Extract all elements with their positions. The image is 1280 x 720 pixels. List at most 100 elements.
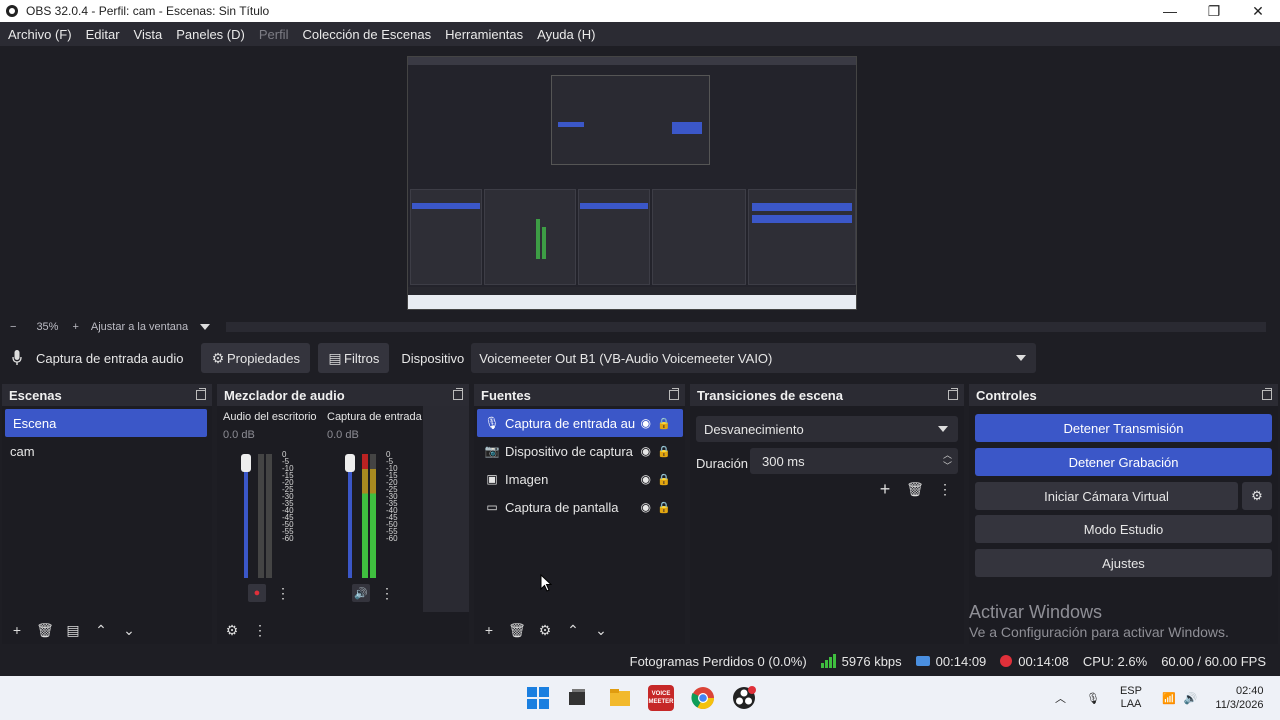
volume-knob[interactable] xyxy=(345,454,355,472)
eye-icon[interactable]: ◉ xyxy=(641,472,651,486)
more-options-icon[interactable]: ⋮ xyxy=(380,586,394,600)
duration-spinbox[interactable]: 300 ms xyxy=(750,448,958,474)
menu-herramientas[interactable]: Herramientas xyxy=(438,27,530,42)
mixer-header: Mezclador de audio xyxy=(217,384,469,406)
zoom-in-button[interactable]: + xyxy=(72,321,78,333)
language-indicator[interactable]: ESP LAA xyxy=(1120,685,1142,711)
properties-label: Propiedades xyxy=(227,350,300,366)
monitor-icon: ▭ xyxy=(486,500,498,514)
mute-button[interactable]: 🔊 xyxy=(352,584,370,602)
eye-icon[interactable]: ◉ xyxy=(641,500,651,514)
undock-icon[interactable] xyxy=(453,388,463,400)
studio-mode-button[interactable]: Modo Estudio xyxy=(975,515,1272,543)
mute-button[interactable]: ● xyxy=(248,584,266,602)
voicemeeter-icon[interactable]: VOICE MEETER xyxy=(648,685,674,711)
activate-windows-watermark: Activar Windows Ve a Configuración para … xyxy=(969,602,1229,640)
start-virtual-camera-button[interactable]: Iniciar Cámara Virtual xyxy=(975,482,1238,510)
virtual-camera-settings-button[interactable]: ⚙ xyxy=(1242,482,1272,510)
chevron-down-icon[interactable] xyxy=(200,324,211,330)
add-icon[interactable]: + xyxy=(10,623,24,637)
lock-icon[interactable]: 🔒 xyxy=(657,501,671,514)
settings-button[interactable]: Ajustes xyxy=(975,549,1272,577)
volume-slider[interactable] xyxy=(244,454,248,578)
undock-icon[interactable] xyxy=(669,388,679,400)
menu-archivo[interactable]: Archivo (F) xyxy=(1,27,79,42)
volume-slider[interactable] xyxy=(348,454,352,578)
menu-paneles[interactable]: Paneles (D) xyxy=(169,27,252,42)
windows-start-icon[interactable] xyxy=(525,685,551,711)
trash-icon[interactable]: 🗑 xyxy=(508,623,526,637)
preview-area[interactable] xyxy=(0,46,1280,318)
menu-editar[interactable]: Editar xyxy=(79,27,127,42)
speaker-muted-icon: ● xyxy=(253,587,261,599)
lock-icon[interactable]: 🔒 xyxy=(657,417,671,430)
filters-button[interactable]: ▤ Filtros xyxy=(318,343,390,373)
stop-recording-button[interactable]: Detener Grabación xyxy=(975,448,1272,476)
undock-icon[interactable] xyxy=(1262,388,1272,400)
menu-coleccion-escenas[interactable]: Colección de Escenas xyxy=(295,27,438,42)
source-item-image[interactable]: ▣ Imagen ◉ 🔒 xyxy=(477,465,683,493)
arrow-up-icon[interactable]: ⌃ xyxy=(566,623,580,637)
lock-icon[interactable]: 🔒 xyxy=(657,445,671,458)
device-select[interactable]: Voicemeeter Out B1 (VB-Audio Voicemeeter… xyxy=(471,343,1037,373)
minimize-button[interactable]: — xyxy=(1148,0,1192,22)
scene-item-escena[interactable]: Escena xyxy=(5,409,207,437)
chrome-icon[interactable] xyxy=(690,685,716,711)
obs-taskbar-icon[interactable] xyxy=(731,685,757,711)
eye-icon[interactable]: ◉ xyxy=(641,416,651,430)
scene-item-cam[interactable]: cam xyxy=(2,437,212,465)
wifi-icon[interactable]: 📶 xyxy=(1162,692,1176,705)
menu-ayuda[interactable]: Ayuda (H) xyxy=(530,27,602,42)
clock[interactable]: 02:40 11/3/2026 xyxy=(1215,684,1263,712)
source-item-audio-capture[interactable]: 🎙 Captura de entrada au ◉ 🔒 xyxy=(477,409,683,437)
spin-arrows-icon[interactable]: ︿ ﹀ xyxy=(943,450,952,472)
properties-button[interactable]: ⚙ Propiedades xyxy=(201,343,310,373)
advanced-audio-icon[interactable]: ⚙ xyxy=(225,623,239,637)
add-icon[interactable]: + xyxy=(878,480,892,498)
camera-icon: 📷 xyxy=(484,444,500,458)
gear-icon[interactable]: ⚙ xyxy=(538,623,552,637)
mixer-scroll-area xyxy=(423,406,469,612)
channel-name: Audio del escritorio xyxy=(223,411,317,423)
zoom-out-button[interactable]: − xyxy=(10,321,16,333)
preview-canvas[interactable] xyxy=(407,56,857,310)
undock-icon[interactable] xyxy=(948,388,958,400)
arrow-up-icon[interactable]: ⌃ xyxy=(94,623,108,637)
mouse-cursor-icon xyxy=(540,573,553,595)
stop-stream-button[interactable]: Detener Transmisión xyxy=(975,414,1272,442)
file-explorer-icon[interactable] xyxy=(607,685,633,711)
nested-preview xyxy=(551,75,710,165)
microphone-icon xyxy=(10,349,24,367)
signal-bars-icon xyxy=(820,654,836,668)
more-options-icon[interactable]: ⋮ xyxy=(276,586,290,600)
arrow-down-icon[interactable]: ⌄ xyxy=(594,623,608,637)
maximize-button[interactable]: ❐ xyxy=(1192,0,1236,22)
add-icon[interactable]: + xyxy=(482,623,496,637)
lock-icon[interactable]: 🔒 xyxy=(657,473,671,486)
activate-subtitle: Ve a Configuración para activar Windows. xyxy=(969,624,1229,640)
taskview-icon[interactable] xyxy=(564,685,590,711)
transition-select[interactable]: Desvanecimiento xyxy=(696,416,958,442)
eye-icon[interactable]: ◉ xyxy=(641,444,651,458)
filter-icon[interactable]: ▤ xyxy=(66,623,80,637)
close-button[interactable]: ✕ xyxy=(1236,0,1280,22)
microphone-tray-icon[interactable]: 🎙 xyxy=(1086,692,1100,705)
preview-scrollbar[interactable] xyxy=(226,322,1266,332)
arrow-down-icon[interactable]: ⌄ xyxy=(122,623,136,637)
more-options-icon[interactable]: ⋮ xyxy=(938,482,952,496)
source-label: Dispositivo de captura xyxy=(505,443,633,459)
fit-window-label[interactable]: Ajustar a la ventana xyxy=(91,321,188,333)
transitions-dock: Transiciones de escena Desvanecimiento D… xyxy=(690,384,964,644)
menu-vista[interactable]: Vista xyxy=(127,27,170,42)
fps-indicator: 60.00 / 60.00 FPS xyxy=(1161,653,1266,669)
volume-knob[interactable] xyxy=(241,454,251,472)
trash-icon[interactable]: 🗑 xyxy=(906,482,924,496)
more-options-icon[interactable]: ⋮ xyxy=(253,623,267,637)
volume-icon[interactable]: 🔊 xyxy=(1184,692,1198,705)
source-item-video-capture[interactable]: 📷 Dispositivo de captura ◉ 🔒 xyxy=(477,437,683,465)
trash-icon[interactable]: 🗑 xyxy=(36,623,54,637)
source-item-screen-capture[interactable]: ▭ Captura de pantalla ◉ 🔒 xyxy=(477,493,683,521)
chevron-up-icon[interactable]: ︿ xyxy=(1055,690,1066,706)
undock-icon[interactable] xyxy=(196,388,206,400)
sources-title: Fuentes xyxy=(481,387,531,403)
